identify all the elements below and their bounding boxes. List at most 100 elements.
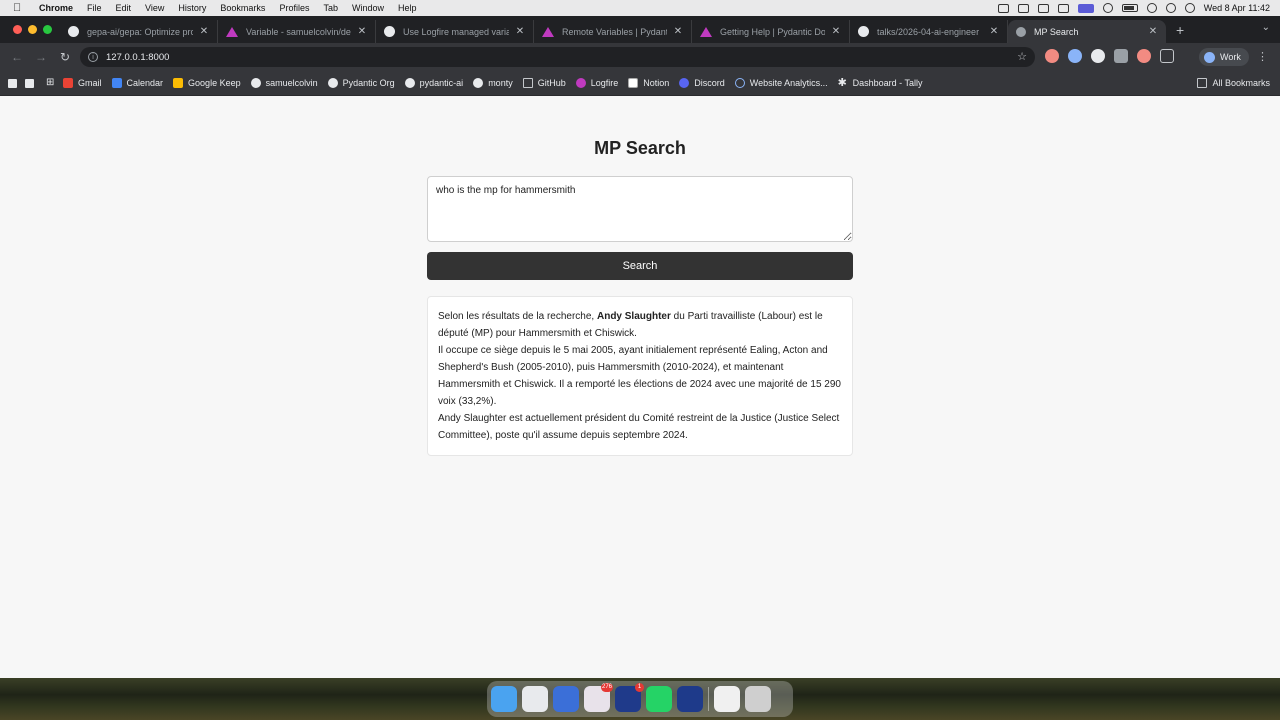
fullscreen-window-button[interactable] — [43, 25, 52, 34]
bookmark-pydantic-org[interactable]: Pydantic Org — [327, 78, 395, 88]
menu-tab[interactable]: Tab — [323, 0, 338, 16]
github-icon — [327, 78, 338, 88]
bookmark-star-icon[interactable]: ☆ — [1017, 50, 1027, 63]
stage-manager-icon[interactable] — [1077, 3, 1094, 13]
bookmark-logfire[interactable]: Logfire — [575, 78, 619, 88]
bookmark-calendar[interactable]: Calendar — [111, 78, 163, 88]
dock-app-blue-icon[interactable] — [677, 686, 703, 712]
search-query-input[interactable]: who is the mp for hammersmith — [427, 176, 853, 242]
dock-trash-icon[interactable] — [745, 686, 771, 712]
bookmark-github-folder[interactable]: GitHub — [522, 78, 566, 88]
menu-file[interactable]: File — [87, 0, 102, 16]
bookmark-monty[interactable]: monty — [473, 78, 513, 88]
menu-help[interactable]: Help — [398, 0, 417, 16]
tab-remote-variables[interactable]: Remote Variables | Pydantic ✕ — [534, 20, 692, 43]
menu-kebab-icon[interactable]: ⋮ — [1257, 50, 1268, 63]
dock-finder-icon[interactable] — [491, 686, 517, 712]
apps-grid-icon[interactable]: ⊞ — [46, 78, 56, 88]
tabs-row: gepa-ai/gepa: Optimize prom ✕ Variable -… — [60, 20, 1166, 43]
bookmark-dashboard-tally[interactable]: ✱ Dashboard - Tally — [838, 78, 923, 89]
dock-whatsapp-icon[interactable] — [646, 686, 672, 712]
extension-icon[interactable] — [1137, 49, 1151, 63]
apple-icon[interactable]:  — [13, 0, 27, 16]
chevron-down-icon[interactable]: ⌄ — [1262, 22, 1270, 33]
url-text[interactable]: 127.0.0.1:8000 — [106, 52, 169, 63]
screen-icon[interactable] — [1017, 3, 1029, 13]
bookmark-square-icon[interactable] — [25, 78, 34, 88]
tab-mp-search[interactable]: MP Search ✕ — [1008, 20, 1166, 43]
site-info-icon[interactable]: i — [88, 52, 98, 62]
bookmark-notion[interactable]: Notion — [628, 78, 669, 88]
app-status-icon[interactable] — [1037, 3, 1049, 13]
back-button[interactable]: ← — [10, 50, 24, 64]
bookmark-label: Logfire — [590, 78, 619, 88]
close-window-button[interactable] — [13, 25, 22, 34]
close-icon[interactable]: ✕ — [831, 26, 841, 37]
dock-chrome-icon[interactable] — [522, 686, 548, 712]
close-icon[interactable]: ✕ — [989, 26, 999, 37]
all-bookmarks-label: All Bookmarks — [1212, 78, 1270, 88]
result-text: Selon les résultats de la recherche, — [438, 311, 597, 322]
reload-button[interactable]: ↻ — [58, 50, 72, 64]
tab-title: Remote Variables | Pydantic — [562, 26, 667, 37]
bookmark-gmail[interactable]: Gmail — [63, 78, 102, 88]
search-button[interactable]: Search — [427, 252, 853, 280]
extension-icon[interactable] — [1091, 49, 1105, 63]
close-icon[interactable]: ✕ — [515, 26, 525, 37]
close-icon[interactable]: ✕ — [1148, 26, 1158, 37]
forward-button[interactable]: → — [34, 50, 48, 64]
dropbox-icon[interactable] — [997, 3, 1009, 13]
profile-button[interactable]: Work — [1199, 48, 1249, 66]
dock-textedit-icon[interactable] — [553, 686, 579, 712]
tab-title: gepa-ai/gepa: Optimize prom — [87, 26, 193, 37]
wifi-icon[interactable] — [1146, 3, 1157, 13]
menu-view[interactable]: View — [145, 0, 164, 16]
tab-variable[interactable]: Variable - samuelcolvin/dem ✕ — [218, 20, 376, 43]
all-bookmarks-button[interactable]: All Bookmarks — [1197, 78, 1270, 88]
github-icon — [858, 26, 869, 37]
extension-icon[interactable] — [1045, 49, 1059, 63]
tab-getting-help[interactable]: Getting Help | Pydantic Docs ✕ — [692, 20, 850, 43]
control-center-icon[interactable] — [1184, 3, 1195, 13]
battery-icon[interactable] — [1121, 4, 1138, 12]
dock-slack-icon[interactable]: 276 — [584, 683, 613, 712]
minimize-window-button[interactable] — [28, 25, 37, 34]
address-bar[interactable]: i 127.0.0.1:8000 ☆ — [80, 47, 1035, 67]
close-icon[interactable]: ✕ — [357, 26, 367, 37]
bookmark-square-icon[interactable] — [8, 78, 17, 88]
extension-icon[interactable] — [1068, 49, 1082, 63]
bookmark-discord[interactable]: Discord — [679, 78, 725, 88]
menu-history[interactable]: History — [178, 0, 206, 16]
dock-downloads-icon[interactable] — [714, 686, 740, 712]
new-tab-button[interactable]: + — [1176, 22, 1184, 38]
dock-app-dark-icon[interactable]: 1 — [615, 683, 644, 712]
bookmark-google-keep[interactable]: Google Keep — [173, 78, 241, 88]
bookmark-label: Discord — [694, 78, 725, 88]
page-title: MP Search — [594, 138, 686, 158]
search-icon[interactable] — [1165, 3, 1176, 13]
github-icon — [404, 78, 415, 88]
extension-icon[interactable] — [1114, 49, 1128, 63]
bookmark-website-analytics[interactable]: Website Analytics... — [734, 78, 828, 88]
bookmark-samuelcolvin[interactable]: samuelcolvin — [250, 78, 318, 88]
menubar-clock[interactable]: Wed 8 Apr 11:42 — [1204, 3, 1270, 13]
bookmark-label: Google Keep — [188, 78, 241, 88]
github-icon — [250, 78, 261, 88]
tab-use-logfire[interactable]: Use Logfire managed variab ✕ — [376, 20, 534, 43]
window-status-icon[interactable] — [1057, 3, 1069, 13]
tab-gepa[interactable]: gepa-ai/gepa: Optimize prom ✕ — [60, 20, 218, 43]
bluetooth-icon[interactable] — [1102, 3, 1113, 13]
tab-talks[interactable]: talks/2026-04-ai-engineer ✕ — [850, 20, 1008, 43]
bookmark-pydantic-ai[interactable]: pydantic-ai — [404, 78, 463, 88]
menu-profiles[interactable]: Profiles — [279, 0, 309, 16]
menu-bookmarks[interactable]: Bookmarks — [220, 0, 265, 16]
result-paragraph-1: Selon les résultats de la recherche, And… — [438, 308, 842, 342]
menu-edit[interactable]: Edit — [116, 0, 132, 16]
chrome-window: gepa-ai/gepa: Optimize prom ✕ Variable -… — [0, 16, 1280, 678]
menu-app-name[interactable]: Chrome — [39, 0, 73, 16]
close-icon[interactable]: ✕ — [199, 26, 209, 37]
menu-window[interactable]: Window — [352, 0, 384, 16]
keep-icon — [173, 78, 184, 88]
puzzle-icon[interactable] — [1160, 49, 1174, 63]
close-icon[interactable]: ✕ — [673, 26, 683, 37]
